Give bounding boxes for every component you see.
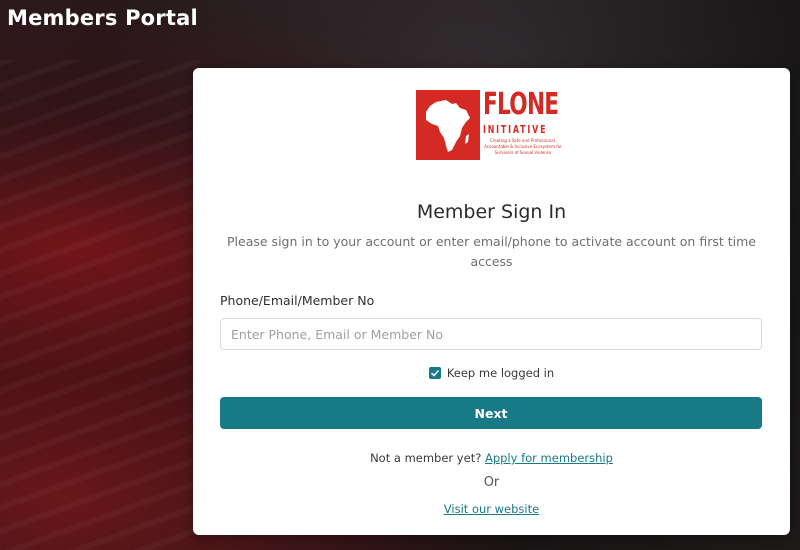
keep-logged-in-checkbox[interactable] xyxy=(428,367,441,379)
identifier-input[interactable] xyxy=(220,318,762,350)
signin-card: FLONE INITIATIVE Creating a Safe and Pro… xyxy=(193,68,790,535)
logo-name: FLONE xyxy=(483,87,559,122)
or-separator: Or xyxy=(483,475,500,490)
logo-tagline: Creating a Safe and Professional, Accoun… xyxy=(484,138,562,155)
africa-map-icon xyxy=(416,90,480,160)
identifier-label: Phone/Email/Member No xyxy=(220,293,375,308)
background-decoration xyxy=(0,60,200,550)
signin-heading: Member Sign In xyxy=(416,201,567,223)
checkmark-icon xyxy=(430,369,439,377)
visit-website-link[interactable]: Visit our website xyxy=(444,502,539,516)
website-row: Visit our website xyxy=(193,502,790,516)
keep-logged-in-label[interactable]: Keep me logged in xyxy=(447,366,554,380)
membership-prompt: Not a member yet? Apply for membership xyxy=(193,451,790,465)
not-member-text: Not a member yet? xyxy=(370,451,482,465)
flone-logo: FLONE INITIATIVE Creating a Safe and Pro… xyxy=(416,90,564,160)
keep-logged-in-row: Keep me logged in xyxy=(193,366,790,380)
apply-membership-link[interactable]: Apply for membership xyxy=(485,451,613,465)
signin-description: Please sign in to your account or enter … xyxy=(227,234,756,269)
logo-subtitle: INITIATIVE xyxy=(483,123,548,136)
page-title: Members Portal xyxy=(7,6,198,30)
next-button[interactable]: Next xyxy=(220,397,762,429)
